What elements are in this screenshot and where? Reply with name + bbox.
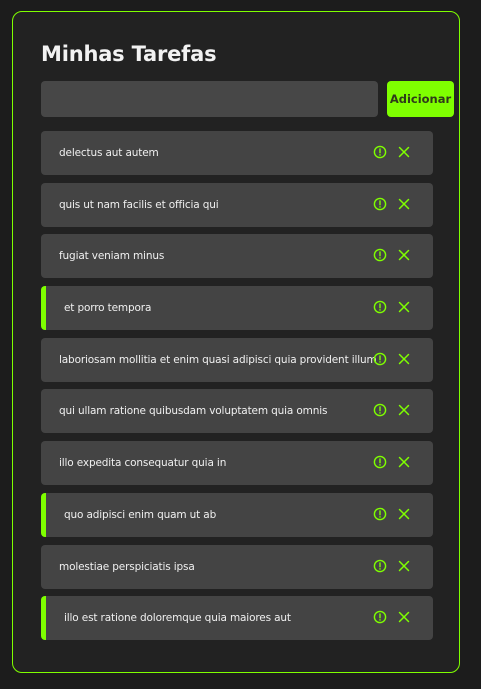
exclamation-circle-icon[interactable] — [373, 248, 387, 262]
exclamation-circle-icon[interactable] — [373, 352, 387, 366]
page-title: Minhas Tarefas — [41, 42, 217, 66]
close-icon[interactable] — [398, 404, 410, 416]
todo-panel: Minhas Tarefas Adicionar delectus aut au… — [12, 11, 460, 673]
task-text[interactable]: fugiat veniam minus — [59, 234, 164, 278]
task-list: delectus aut autem quis ut nam facilis e… — [41, 131, 433, 648]
task-text[interactable]: et porro tempora — [64, 286, 151, 330]
task-item-completed: illo est ratione doloremque quia maiores… — [41, 596, 433, 641]
close-icon[interactable] — [398, 353, 410, 365]
task-text[interactable]: molestiae perspiciatis ipsa — [59, 545, 195, 589]
task-item: fugiat veniam minus — [41, 234, 433, 279]
close-icon[interactable] — [398, 508, 410, 520]
task-item: qui ullam ratione quibusdam voluptatem q… — [41, 389, 433, 434]
close-icon[interactable] — [398, 301, 410, 313]
task-text[interactable]: quis ut nam facilis et officia qui — [59, 183, 219, 227]
task-text[interactable]: qui ullam ratione quibusdam voluptatem q… — [59, 389, 327, 433]
task-item: delectus aut autem — [41, 131, 433, 175]
exclamation-circle-icon[interactable] — [373, 455, 387, 469]
close-icon[interactable] — [398, 146, 410, 158]
exclamation-circle-icon[interactable] — [373, 507, 387, 521]
close-icon[interactable] — [398, 198, 410, 210]
close-icon[interactable] — [398, 456, 410, 468]
new-task-input[interactable] — [41, 81, 378, 117]
exclamation-circle-icon[interactable] — [373, 610, 387, 624]
task-text[interactable]: illo est ratione doloremque quia maiores… — [64, 596, 291, 640]
exclamation-circle-icon[interactable] — [373, 300, 387, 314]
task-item-completed: et porro tempora — [41, 286, 433, 331]
exclamation-circle-icon[interactable] — [373, 403, 387, 417]
close-icon[interactable] — [398, 611, 410, 623]
task-item-completed: quo adipisci enim quam ut ab — [41, 492, 433, 537]
task-text[interactable]: quo adipisci enim quam ut ab — [64, 493, 216, 537]
close-icon[interactable] — [398, 249, 410, 261]
task-text[interactable]: illo expedita consequatur quia in — [59, 441, 226, 485]
task-item: illo expedita consequatur quia in — [41, 441, 433, 486]
task-item: laboriosam mollitia et enim quasi adipis… — [41, 337, 433, 382]
close-icon[interactable] — [398, 560, 410, 572]
task-text[interactable]: delectus aut autem — [59, 131, 159, 175]
task-item: molestiae perspiciatis ipsa — [41, 544, 433, 589]
add-task-button[interactable]: Adicionar — [387, 81, 454, 117]
task-item: quis ut nam facilis et officia qui — [41, 182, 433, 227]
exclamation-circle-icon[interactable] — [373, 559, 387, 573]
exclamation-circle-icon[interactable] — [373, 145, 387, 159]
task-text[interactable]: laboriosam mollitia et enim quasi adipis… — [59, 338, 377, 382]
exclamation-circle-icon[interactable] — [373, 197, 387, 211]
